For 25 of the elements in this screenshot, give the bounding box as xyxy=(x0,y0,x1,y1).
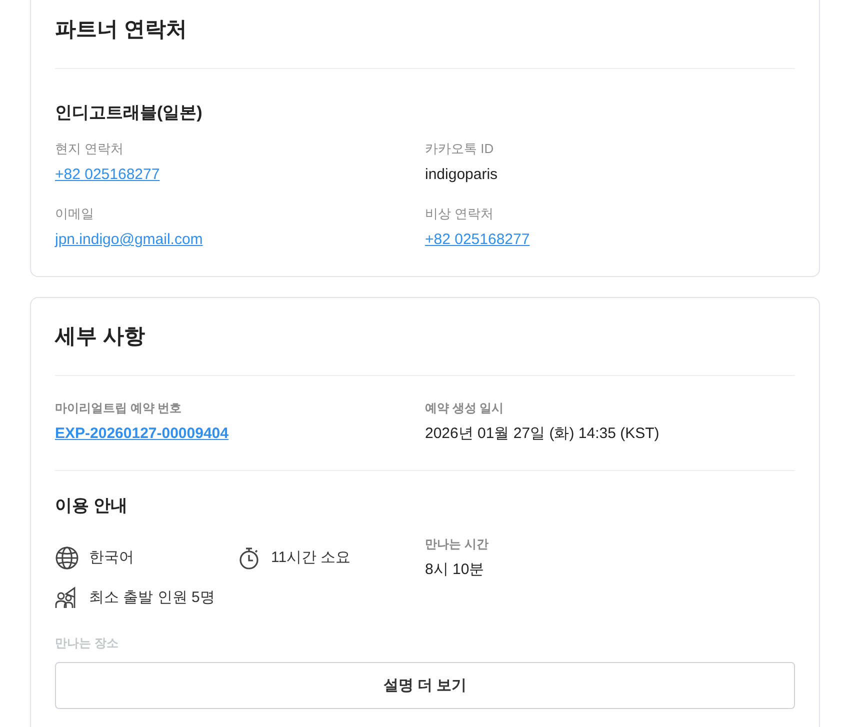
field-value: 8시 10분 xyxy=(425,560,484,580)
field-label: 비상 연락처 xyxy=(425,205,494,223)
guide-item-text: 한국어 xyxy=(89,548,134,568)
show-more-button[interactable]: 설명 더 보기 xyxy=(55,662,795,709)
section-title: 세부 사항 xyxy=(55,324,145,350)
section-title: 파트너 연락처 xyxy=(55,17,187,43)
guide-item-text: 11시간 소요 xyxy=(271,548,351,568)
contact-link[interactable]: jpn.indigo@gmail.com xyxy=(55,229,203,251)
globe-icon xyxy=(55,546,79,570)
contact-link[interactable]: +82 025168277 xyxy=(55,164,160,186)
booking-number-link[interactable]: EXP-20260127-00009404 xyxy=(55,423,228,445)
field-value: 2026년 01월 27일 (화) 14:35 (KST) xyxy=(425,424,660,444)
field-label: 마이리얼트립 예약 번호 xyxy=(55,400,182,417)
field-label: 카카오톡 ID xyxy=(425,140,494,158)
field-label: 이메일 xyxy=(55,205,94,223)
field-label: 현지 연락처 xyxy=(55,140,124,158)
field-label: 만나는 시간 xyxy=(425,536,488,553)
field-label: 만나는 장소 xyxy=(55,635,118,652)
section-subtitle: 이용 안내 xyxy=(55,495,128,517)
guide-item-text: 최소 출발 인원 5명 xyxy=(89,588,215,608)
contact-link[interactable]: +82 025168277 xyxy=(425,229,530,251)
partner-name: 인디고트래블(일본) xyxy=(55,102,202,124)
stopwatch-icon xyxy=(237,546,261,570)
field-value: indigoparis xyxy=(425,165,498,185)
field-label: 예약 생성 일시 xyxy=(425,400,504,417)
